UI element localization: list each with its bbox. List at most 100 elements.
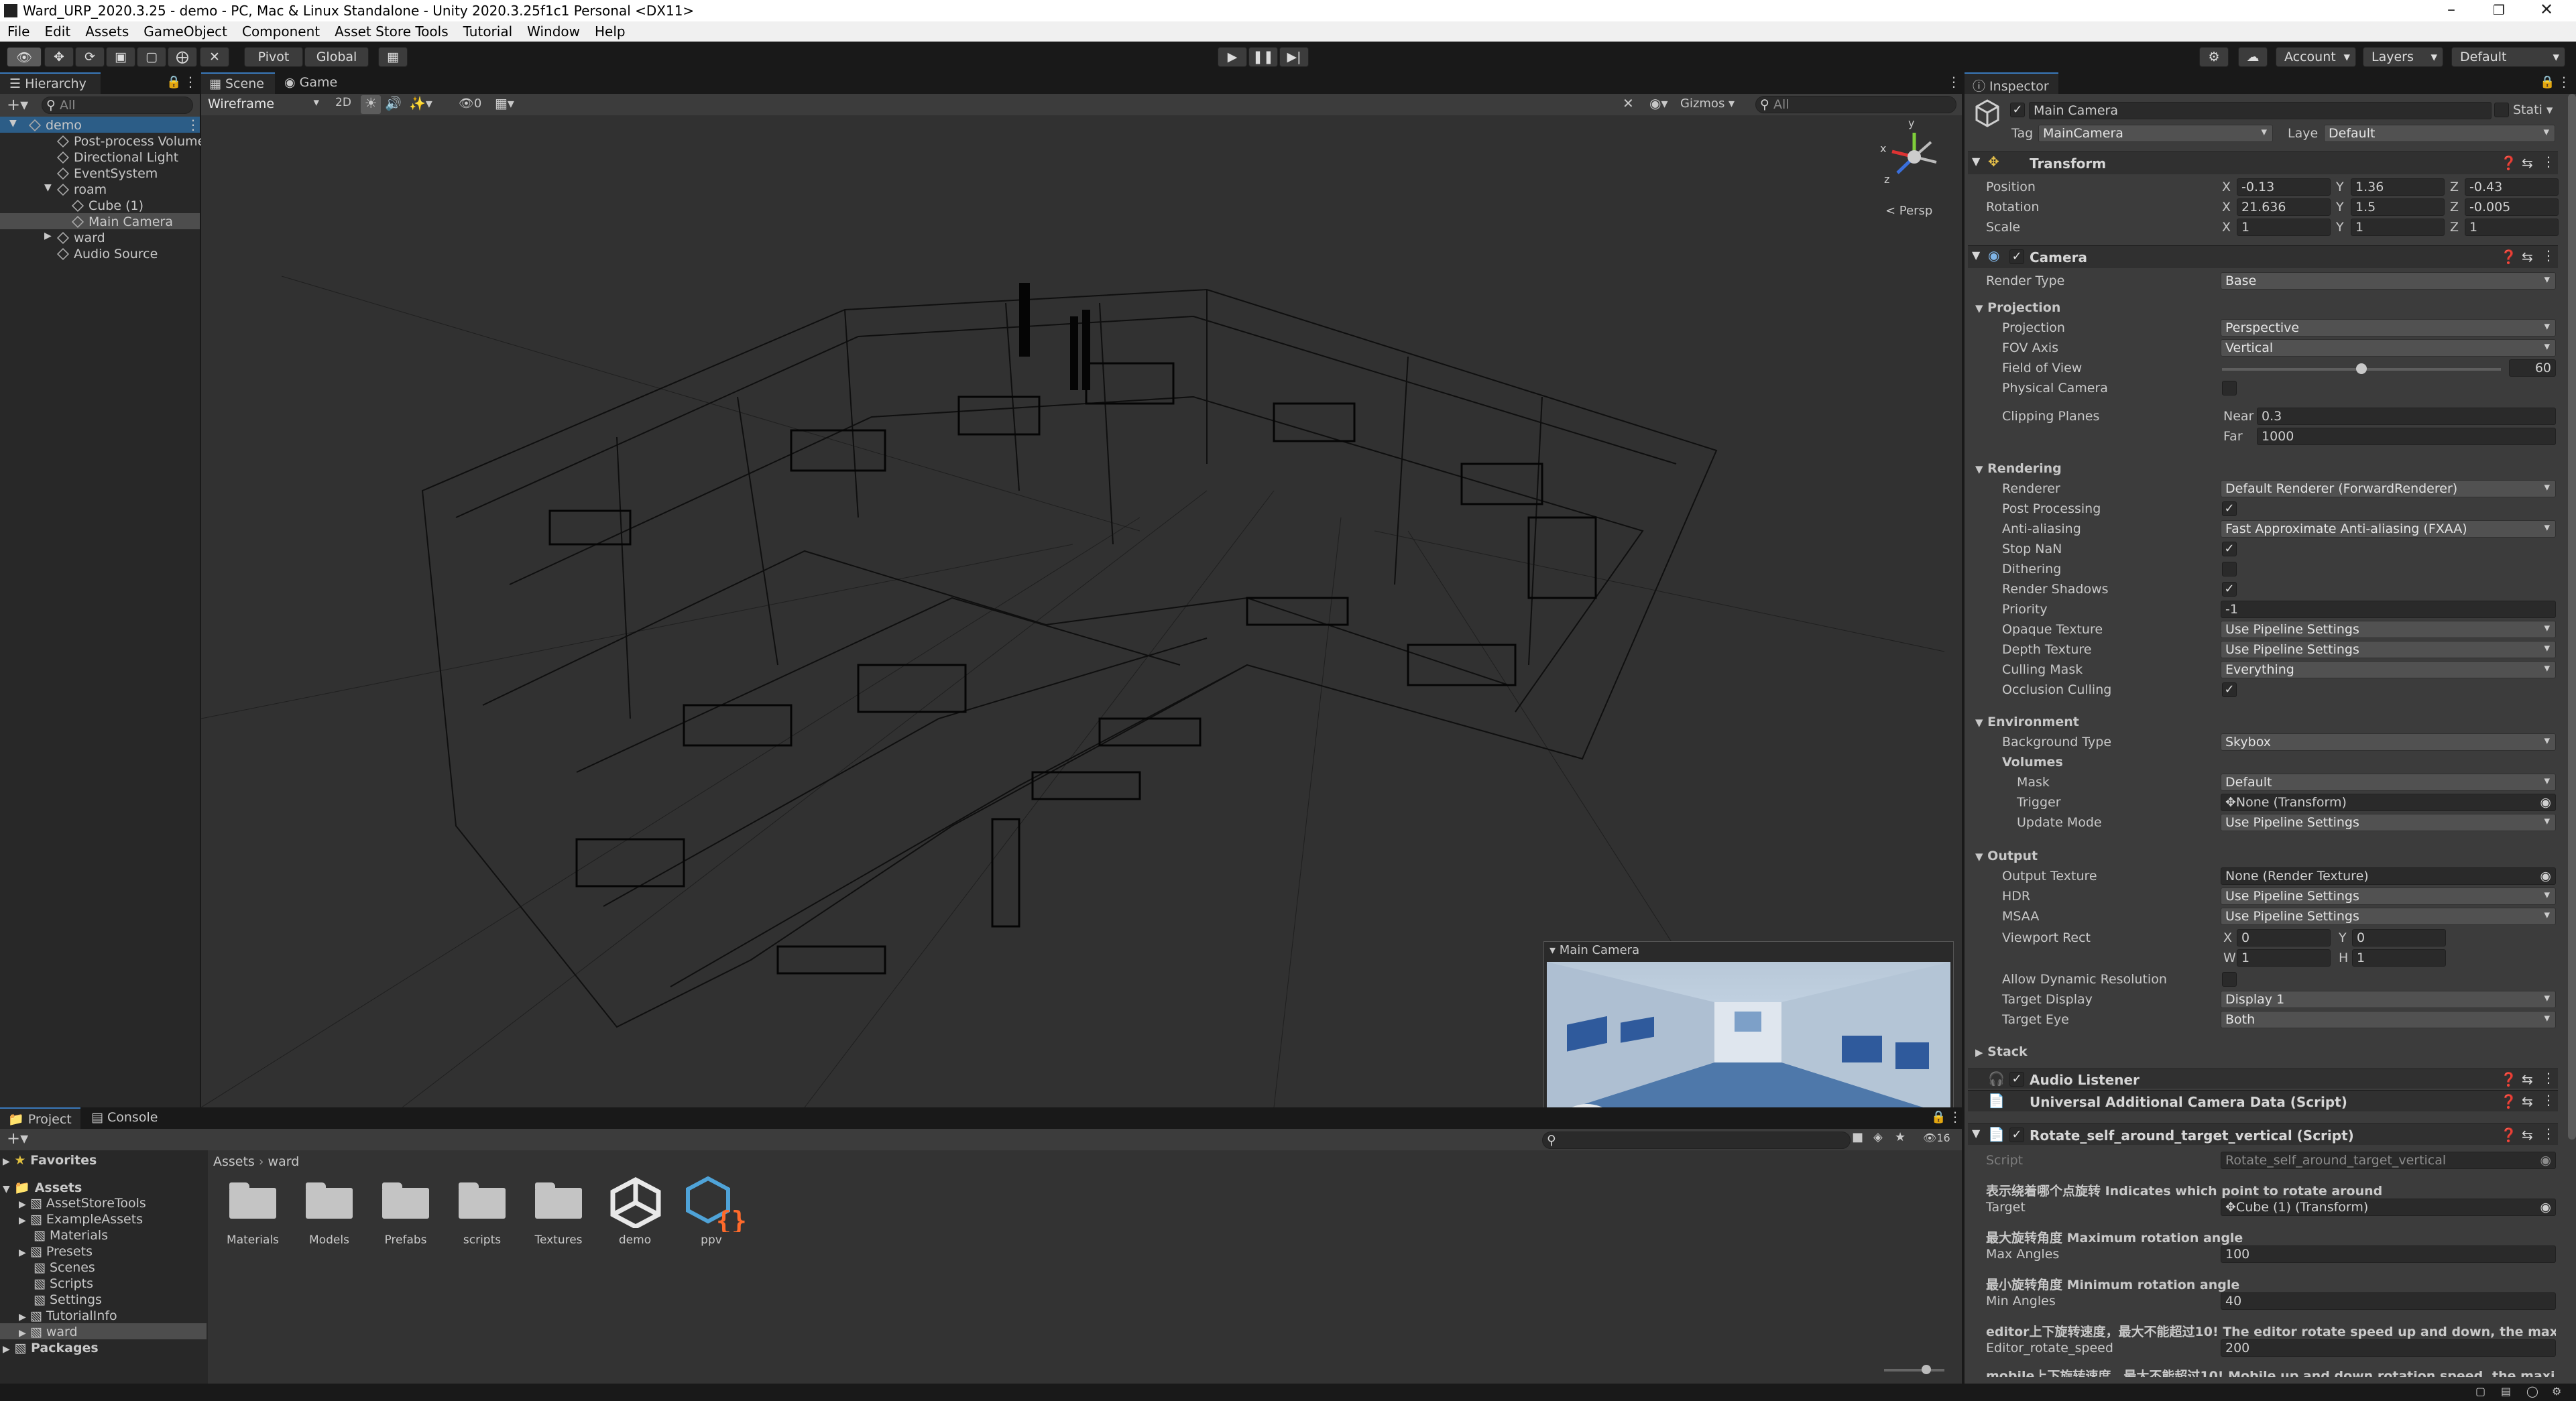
anti-aliasing-dropdown[interactable]: Fast Approximate Anti-aliasing (FXAA) bbox=[2221, 520, 2556, 538]
status-icon[interactable]: ▢ bbox=[2475, 1385, 2485, 1398]
view-tool-button[interactable]: 👁 bbox=[7, 47, 42, 67]
environment-section[interactable]: ▼ Environment bbox=[1975, 715, 2079, 729]
expand-arrow-icon[interactable]: ▼ bbox=[1972, 1127, 1980, 1140]
layer-dropdown[interactable]: Default bbox=[2324, 125, 2555, 142]
tab-project[interactable]: 📁 Project bbox=[0, 1107, 80, 1129]
scene-menu-icon[interactable]: ⋮ bbox=[186, 117, 200, 133]
depth-texture-dropdown[interactable]: Use Pipeline Settings bbox=[2221, 641, 2556, 658]
occlusion-culling-checkbox[interactable]: ✓ bbox=[2222, 682, 2237, 697]
stop-nan-checkbox[interactable]: ✓ bbox=[2222, 542, 2237, 556]
audio-listener-header[interactable]: 🎧 ✓ Audio Listener ❓ ⇆ ⋮ bbox=[1968, 1069, 2558, 1089]
preset-icon[interactable]: ⇆ bbox=[2522, 1071, 2533, 1087]
editor-rotate-speed-field[interactable]: 200 bbox=[2221, 1339, 2556, 1357]
rotation-y-field[interactable]: 1.5 bbox=[2351, 198, 2445, 216]
msaa-dropdown[interactable]: Use Pipeline Settings bbox=[2221, 908, 2556, 925]
fov-slider-thumb[interactable] bbox=[2356, 363, 2367, 374]
expand-arrow-icon[interactable]: ▼ bbox=[1975, 463, 1983, 475]
move-tool-button[interactable]: ✥ bbox=[44, 47, 74, 67]
lock-icon[interactable]: 🔒 bbox=[166, 75, 181, 89]
scale-x-field[interactable]: 1 bbox=[2237, 219, 2331, 236]
component-menu-icon[interactable]: ⋮ bbox=[2542, 1125, 2555, 1142]
2d-toggle[interactable]: 2D bbox=[331, 96, 355, 113]
gizmos-dropdown[interactable]: Gizmos ▾ bbox=[1680, 97, 1735, 111]
preset-icon[interactable]: ⇆ bbox=[2522, 249, 2533, 265]
update-mode-dropdown[interactable]: Use Pipeline Settings bbox=[2221, 814, 2556, 831]
projection-section[interactable]: ▼ Projection bbox=[1975, 300, 2060, 315]
effects-dropdown-icon[interactable]: ✨▾ bbox=[409, 95, 432, 111]
tree-folder[interactable]: ▧ Scenes bbox=[34, 1260, 95, 1275]
component-menu-icon[interactable]: ⋮ bbox=[2542, 247, 2555, 263]
collapse-arrow-icon[interactable]: ▶ bbox=[44, 231, 52, 241]
draw-mode-dropdown[interactable]: Wireframe bbox=[204, 96, 325, 113]
component-menu-icon[interactable]: ⋮ bbox=[2542, 1070, 2555, 1086]
breadcrumb-assets[interactable]: Assets bbox=[213, 1154, 255, 1169]
target-eye-dropdown[interactable]: Both bbox=[2221, 1011, 2556, 1028]
collapse-arrow-icon[interactable]: ▶ bbox=[1975, 1046, 1983, 1058]
menu-assets[interactable]: Assets bbox=[78, 21, 136, 40]
rotate-script-header[interactable]: ▼ 📄 ✓ Rotate_self_around_target_vertical… bbox=[1968, 1123, 2558, 1145]
viewport-x-field[interactable]: 0 bbox=[2237, 929, 2331, 947]
global-button[interactable]: Global bbox=[304, 47, 369, 67]
tree-folder[interactable]: ▶ ▧ ExampleAssets bbox=[19, 1212, 143, 1227]
component-menu-icon[interactable]: ⋮ bbox=[2542, 154, 2555, 170]
list-item[interactable]: EventSystem bbox=[56, 166, 158, 181]
stack-section[interactable]: ▶ Stack bbox=[1975, 1044, 2028, 1059]
expand-arrow-icon[interactable]: ▼ bbox=[9, 118, 17, 129]
expand-arrow-icon[interactable]: ▼ bbox=[3, 1184, 10, 1195]
status-icon[interactable]: ▤ bbox=[2501, 1385, 2511, 1398]
hidden-objects-icon[interactable]: 👁0 bbox=[459, 97, 481, 111]
status-icon[interactable]: ◯ bbox=[2526, 1385, 2538, 1398]
breadcrumb-ward[interactable]: ward bbox=[268, 1154, 300, 1169]
custom-tool-button[interactable]: ✕ bbox=[200, 47, 229, 67]
orientation-gizmo[interactable]: y x z bbox=[1877, 117, 1951, 189]
perspective-label[interactable]: < Persp bbox=[1885, 204, 1932, 218]
static-checkbox[interactable] bbox=[2494, 103, 2509, 117]
object-picker-icon[interactable]: ◉ bbox=[2540, 795, 2551, 810]
menu-edit[interactable]: Edit bbox=[37, 21, 78, 40]
active-checkbox[interactable]: ✓ bbox=[2010, 103, 2025, 117]
grid-dropdown-icon[interactable]: ▦▾ bbox=[495, 95, 514, 111]
scene-viewport[interactable]: y x z < Persp ▾ Main Camera bbox=[201, 115, 1962, 1107]
pause-button[interactable]: ❚❚ bbox=[1248, 47, 1278, 67]
favorite-star-icon[interactable]: ★ bbox=[1895, 1130, 1906, 1144]
help-icon[interactable]: ❓ bbox=[2500, 1127, 2517, 1143]
collapse-arrow-icon[interactable]: ▶ bbox=[19, 1247, 26, 1258]
list-item[interactable]: Directional Light bbox=[56, 150, 178, 165]
min-angles-field[interactable]: 40 bbox=[2221, 1292, 2556, 1310]
preset-icon[interactable]: ⇆ bbox=[2522, 155, 2533, 171]
opaque-texture-dropdown[interactable]: Use Pipeline Settings bbox=[2221, 621, 2556, 638]
project-search-input[interactable]: ⚲ bbox=[1542, 1132, 1851, 1149]
far-field[interactable]: 1000 bbox=[2257, 428, 2556, 445]
viewport-h-field[interactable]: 1 bbox=[2352, 949, 2446, 967]
near-field[interactable]: 0.3 bbox=[2257, 408, 2556, 425]
camera-dropdown-icon[interactable]: ◉▾ bbox=[1649, 95, 1668, 111]
lock-icon[interactable]: 🔒 bbox=[1931, 1110, 1946, 1124]
pivot-button[interactable]: Pivot bbox=[244, 47, 303, 67]
folder-icon[interactable] bbox=[535, 1182, 582, 1219]
menu-asset-store-tools[interactable]: Asset Store Tools bbox=[327, 21, 456, 40]
list-item[interactable]: ▶ ward bbox=[44, 231, 105, 245]
position-z-field[interactable]: -0.43 bbox=[2465, 178, 2559, 196]
camera-enabled-checkbox[interactable]: ✓ bbox=[2009, 249, 2024, 264]
menu-tutorial[interactable]: Tutorial bbox=[456, 21, 520, 40]
scale-y-field[interactable]: 1 bbox=[2351, 219, 2445, 236]
unity-scene-icon[interactable] bbox=[609, 1177, 662, 1228]
help-icon[interactable]: ❓ bbox=[2500, 155, 2517, 171]
filter-type-icon[interactable]: ■ bbox=[1852, 1130, 1863, 1144]
audio-listener-checkbox[interactable]: ✓ bbox=[2009, 1072, 2024, 1087]
mask-dropdown[interactable]: Default bbox=[2221, 774, 2556, 791]
lighting-toggle-icon[interactable]: ☀ bbox=[361, 95, 381, 114]
scale-tool-button[interactable]: ▣ bbox=[106, 47, 135, 67]
collapse-arrow-icon[interactable]: ▶ bbox=[19, 1215, 26, 1226]
step-button[interactable]: ▶| bbox=[1279, 47, 1309, 67]
help-icon[interactable]: ❓ bbox=[2500, 1071, 2517, 1087]
dynamic-resolution-checkbox[interactable] bbox=[2222, 972, 2237, 987]
rotate-script-checkbox[interactable]: ✓ bbox=[2009, 1128, 2024, 1142]
expand-arrow-icon[interactable]: ▼ bbox=[1975, 851, 1983, 863]
physical-camera-checkbox[interactable] bbox=[2222, 381, 2237, 395]
viewport-y-field[interactable]: 0 bbox=[2352, 929, 2446, 947]
expand-arrow-icon[interactable]: ▼ bbox=[1975, 302, 1983, 314]
lock-icon[interactable]: 🔒 bbox=[2540, 75, 2555, 89]
menu-window[interactable]: Window bbox=[520, 21, 587, 40]
hierarchy-search-input[interactable]: ⚲ All bbox=[42, 97, 193, 114]
